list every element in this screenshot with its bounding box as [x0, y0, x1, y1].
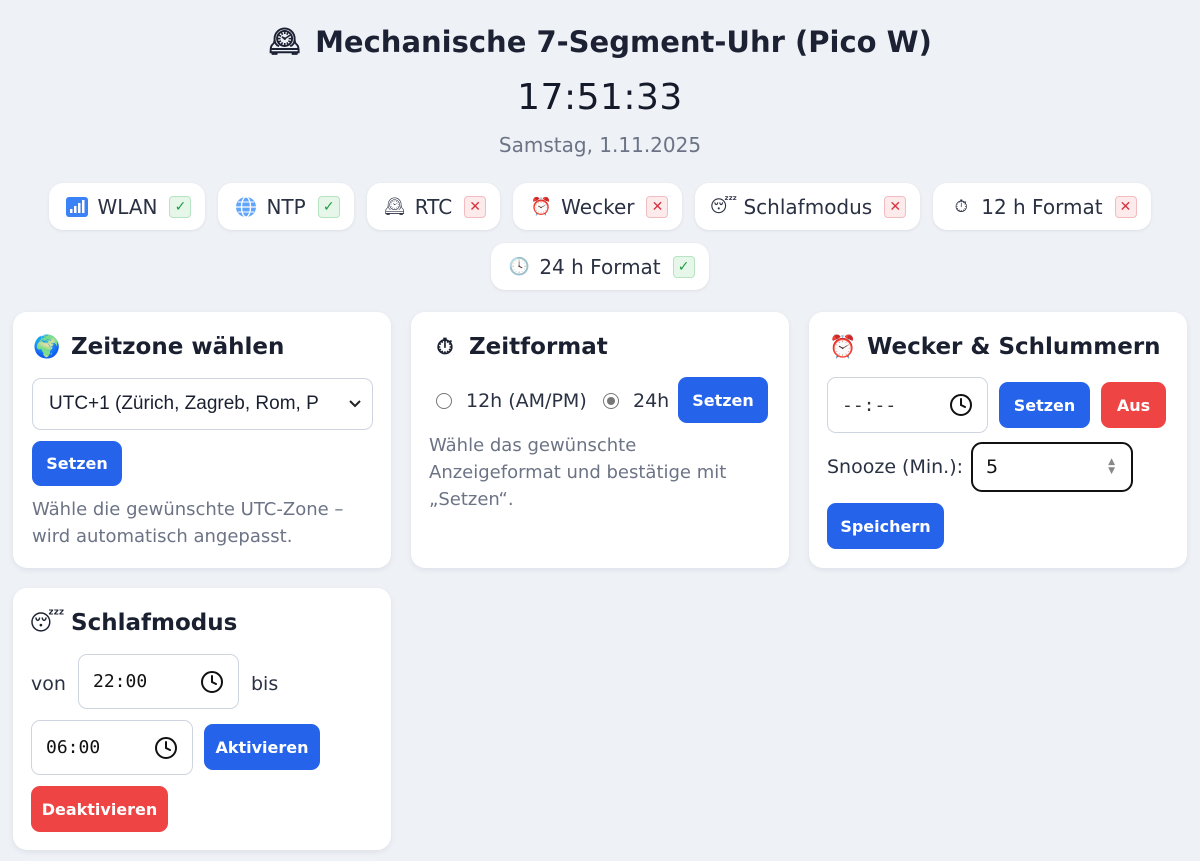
- status-ok-badge: ✓: [169, 195, 192, 218]
- globe-europe-icon: 🌍: [33, 334, 61, 360]
- globe-icon: [234, 195, 258, 219]
- alarm-time-value: --:--: [842, 394, 897, 416]
- sleep-to-input[interactable]: 06:00: [31, 720, 193, 775]
- alarm-title: ⏰ Wecker & Schlummern: [829, 334, 1161, 360]
- timezone-select[interactable]: UTC+1 (Zürich, Zagreb, Rom, P: [32, 378, 373, 430]
- radio-24h-circle[interactable]: [603, 393, 619, 409]
- timezone-selected-value: UTC+1 (Zürich, Zagreb, Rom, P: [49, 393, 319, 414]
- status-chip-label: WLAN: [97, 194, 158, 219]
- snooze-label: Snooze (Min.):: [827, 456, 964, 478]
- clock-icon: 🕓: [508, 256, 530, 277]
- page-title: 🕰 Mechanische 7-Segment-Uhr (Pico W): [0, 22, 1200, 62]
- sleep-activate-button[interactable]: Aktivieren: [204, 724, 320, 770]
- status-chip-label: 24 h Format: [539, 254, 661, 279]
- timezone-title-text: Zeitzone wählen: [71, 334, 285, 360]
- radio-12h-label: 12h (AM/PM): [466, 390, 587, 412]
- stopwatch-icon: ⏱: [436, 334, 454, 360]
- alarm-title-text: Wecker & Schlummern: [867, 334, 1161, 360]
- status-chip-rtc: 🕰 RTC ✕: [366, 183, 501, 230]
- status-fail-badge: ✕: [1114, 195, 1137, 218]
- timeformat-help-text: Wähle das gewünschte Anzeigeformat und b…: [429, 435, 727, 510]
- chevron-down-icon: [348, 396, 362, 412]
- sleep-to-label: bis: [251, 673, 279, 695]
- status-chip-label: 12 h Format: [981, 194, 1103, 219]
- timezone-card: 🌍 Zeitzone wählen UTC+1 (Zürich, Zagreb,…: [13, 312, 391, 568]
- status-chip-24h: 🕓 24 h Format ✓: [491, 243, 709, 290]
- status-chip-schlafmodus: 😴 Schlafmodus ✕: [695, 183, 921, 230]
- radio-24h[interactable]: 24h: [603, 390, 669, 412]
- timezone-title: 🌍 Zeitzone wählen: [33, 334, 284, 360]
- alarm-save-button[interactable]: Speichern: [827, 503, 944, 549]
- status-chip-wecker: ⏰ Wecker ✕: [513, 183, 683, 230]
- status-chip-label: NTP: [266, 194, 306, 219]
- radio-12h[interactable]: 12h (AM/PM): [436, 390, 587, 412]
- alarm-card: ⏰ Wecker & Schlummern --:-- Setzen Aus S…: [809, 312, 1187, 568]
- timeformat-set-button[interactable]: Setzen: [678, 377, 768, 423]
- status-chips: WLAN ✓ NTP ✓ 🕰 RTC ✕ ⏰ Wecker ✕ 😴 Schlaf…: [0, 183, 1200, 290]
- current-time: 17:51:33: [517, 77, 683, 118]
- stepper-arrows-icon[interactable]: ▲ ▼: [1108, 458, 1115, 476]
- stopwatch-icon: ⏱: [954, 196, 968, 217]
- radio-12h-circle[interactable]: [436, 393, 452, 409]
- timeformat-title-text: Zeitformat: [469, 334, 608, 360]
- sleep-from-label: von: [31, 673, 66, 695]
- alarm-set-button[interactable]: Setzen: [999, 382, 1090, 428]
- status-ok-badge: ✓: [317, 195, 340, 218]
- current-date: Samstag, 1.11.2025: [498, 133, 702, 157]
- status-chip-wlan: WLAN ✓: [49, 183, 206, 230]
- status-chip-label: RTC: [414, 194, 453, 219]
- status-chip-ntp: NTP ✓: [218, 183, 354, 230]
- signal-bars-icon: [65, 195, 89, 219]
- alarm-clock-icon: ⏰: [829, 334, 857, 360]
- snooze-input[interactable]: 5 ▲ ▼: [971, 442, 1133, 492]
- alarm-off-button[interactable]: Aus: [1101, 382, 1166, 428]
- sleep-title: 😴 Schlafmodus: [29, 610, 238, 636]
- sleep-title-text: Schlafmodus: [71, 610, 238, 636]
- timezone-set-button[interactable]: Setzen: [32, 441, 122, 486]
- alarm-clock-icon: ⏰: [530, 196, 552, 217]
- page-title-text: Mechanische 7-Segment-Uhr (Pico W): [315, 25, 932, 59]
- mantelpiece-clock-icon: 🕰: [268, 27, 302, 57]
- status-chip-label: Schlafmodus: [743, 194, 873, 219]
- clock-icon[interactable]: [949, 393, 973, 417]
- radio-24h-label: 24h: [633, 390, 670, 412]
- mantelpiece-clock-icon: 🕰: [383, 196, 406, 217]
- alarm-time-input[interactable]: --:--: [827, 377, 988, 433]
- status-chip-12h: ⏱ 12 h Format ✕: [933, 183, 1151, 230]
- status-fail-badge: ✕: [884, 195, 907, 218]
- page-header: 🕰 Mechanische 7-Segment-Uhr (Pico W) 17:…: [0, 0, 1200, 159]
- sleep-from-value: 22:00: [93, 671, 148, 692]
- sleep-card: 😴 Schlafmodus von 22:00 bis 06:00 Aktivi…: [13, 588, 391, 850]
- sleep-to-value: 06:00: [46, 737, 101, 758]
- status-fail-badge: ✕: [464, 195, 487, 218]
- sleep-from-input[interactable]: 22:00: [78, 654, 239, 709]
- status-ok-badge: ✓: [672, 255, 695, 278]
- clock-icon[interactable]: [200, 670, 224, 694]
- sleeping-face-icon: 😴: [29, 610, 65, 636]
- timeformat-card: ⏱ Zeitformat 12h (AM/PM) 24h Setzen Wähl…: [411, 312, 789, 568]
- timezone-help-text: Wähle die gewünschte UTC-Zone – wird aut…: [32, 499, 344, 547]
- clock-icon[interactable]: [154, 736, 178, 760]
- status-fail-badge: ✕: [646, 195, 669, 218]
- status-chip-label: Wecker: [561, 194, 635, 219]
- snooze-value: 5: [986, 456, 999, 478]
- sleep-deactivate-button[interactable]: Deaktivieren: [31, 786, 168, 832]
- timeformat-title: ⏱ Zeitformat: [431, 334, 608, 360]
- sleeping-face-icon: 😴: [709, 196, 738, 217]
